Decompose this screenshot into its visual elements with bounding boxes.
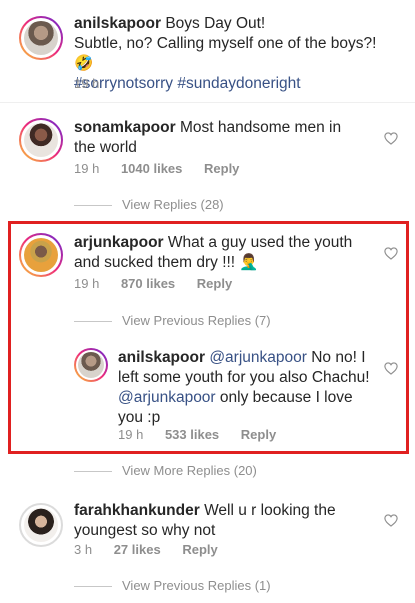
comment-username[interactable]: sonamkapoor [74,119,176,136]
view-previous-replies-button[interactable]: View Previous Replies (1) [74,578,271,593]
mention[interactable]: @arjunkapoor [118,389,216,406]
reply-likes[interactable]: 533 likes [165,427,219,442]
divider-line [74,321,112,323]
comment-username[interactable]: farahkhankunder [74,502,200,519]
caption-text-line1: Boys Day Out! [165,15,266,32]
view-replies-button[interactable]: View Replies (28) [74,197,224,212]
comment-text: arjunkapoor What a guy used the youth an… [74,233,374,273]
view-replies-label: View Previous Replies (1) [122,578,271,593]
divider-line [74,471,112,473]
mention[interactable]: @arjunkapoor [209,349,307,366]
comment-username[interactable]: arjunkapoor [74,234,164,251]
comment-likes[interactable]: 870 likes [121,276,175,291]
comment-meta: 19 h 870 likes Reply [74,276,232,291]
caption-hashtags[interactable]: #sorrynotsorry #sundaydoneright [74,75,301,92]
comment-time: 19 h [74,276,100,291]
heart-outline-icon[interactable] [384,132,398,145]
caption-time: 19 h [74,76,100,91]
reply-text: anilskapoor @arjunkapoor No no! I left s… [118,348,376,428]
facepalm-emoji-icon: 🤦‍♂️ [239,254,259,271]
heart-outline-icon[interactable] [384,247,398,260]
view-previous-replies-button[interactable]: View Previous Replies (7) [74,313,271,328]
comment-time: 3 h [74,542,93,557]
reply-button[interactable]: Reply [197,276,232,291]
reply-button[interactable]: Reply [204,161,239,176]
reply-username[interactable]: anilskapoor [118,349,205,366]
heart-outline-icon[interactable] [384,362,398,375]
avatar-farahkhankunder[interactable] [19,503,63,547]
avatar-anilskapoor[interactable] [19,16,63,60]
reply-button[interactable]: Reply [241,427,276,442]
comment-text: farahkhankunder Well u r looking the you… [74,501,364,541]
view-more-replies-button[interactable]: View More Replies (20) [74,463,257,478]
comment-meta: 3 h 27 likes Reply [74,542,218,557]
reply-meta: 19 h 533 likes Reply [118,427,276,442]
comment-likes[interactable]: 1040 likes [121,161,182,176]
caption: anilskapoor Boys Day Out! Subtle, no? Ca… [74,14,394,94]
caption-username[interactable]: anilskapoor [74,15,161,32]
avatar-arjunkapoor[interactable] [19,233,63,277]
divider-line [74,586,112,588]
divider [0,102,415,103]
avatar-sonamkapoor[interactable] [19,118,63,162]
view-replies-label: View More Replies (20) [122,463,257,478]
view-replies-label: View Previous Replies (7) [122,313,271,328]
comment-likes[interactable]: 27 likes [114,542,161,557]
heart-outline-icon[interactable] [384,514,398,527]
comment-time: 19 h [74,161,100,176]
divider-line [74,205,112,207]
reply-time: 19 h [118,427,144,442]
comment-text: sonamkapoor Most handsome men in the wor… [74,118,364,158]
comment-meta: 19 h 1040 likes Reply [74,161,239,176]
view-replies-label: View Replies (28) [122,197,224,212]
laughing-emoji-icon: 🤣 [74,55,94,72]
caption-text-line2: Subtle, no? Calling myself one of the bo… [74,35,377,52]
avatar-anilskapoor[interactable] [74,348,108,382]
reply-button[interactable]: Reply [182,542,217,557]
